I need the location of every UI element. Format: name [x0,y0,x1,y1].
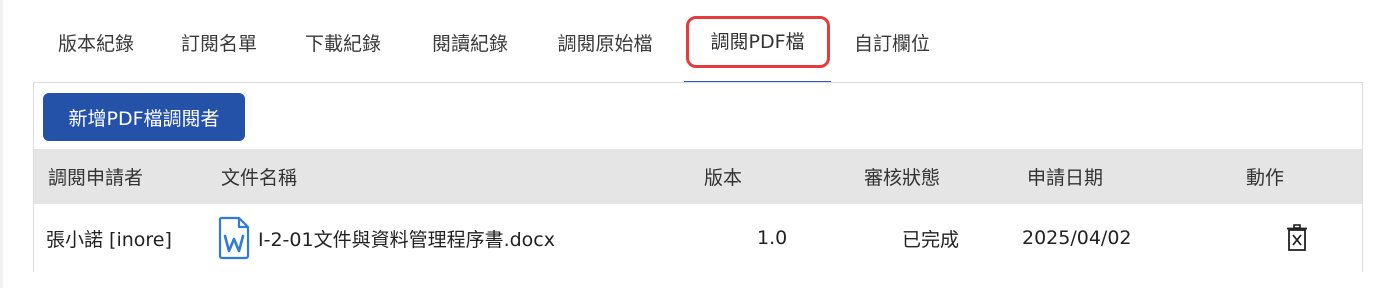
document-name-cell[interactable]: I-2-01文件與資料管理程序書.docx [218,204,555,272]
version-cell: 1.0 [757,227,788,249]
delete-icon [1287,224,1307,251]
word-document-icon [218,216,250,260]
apply-date-cell: 2025/04/02 [1022,227,1132,249]
tab-original-file-access[interactable]: 調閱原始檔 [542,0,668,84]
column-header-action: 動作 [1246,167,1285,189]
table-row: 張小諾 [inore] I-2-01文件與資料管理程序書.docx 1.0 已完… [34,204,1362,272]
tab-label: 自訂欄位 [853,32,930,55]
tab-pdf-file-access[interactable]: 調閱PDF檔 [684,0,831,84]
table-header: 調閱申請者 文件名稱 版本 審核狀態 申請日期 動作 [34,149,1362,204]
tab-downloads[interactable]: 下載紀錄 [290,0,396,84]
tab-label: 下載紀錄 [304,32,381,55]
tab-label: 調閱PDF檔 [710,31,805,53]
document-name-text: I-2-01文件與資料管理程序書.docx [258,228,555,251]
status-cell: 已完成 [902,228,960,251]
tab-reads[interactable]: 閱讀紀錄 [417,0,523,84]
delete-button[interactable] [1286,204,1308,272]
add-pdf-viewer-button[interactable]: 新增PDF檔調閱者 [43,93,245,141]
tab-subscribers[interactable]: 訂閱名單 [166,0,272,84]
pdf-access-panel: 新增PDF檔調閱者 調閱申請者 文件名稱 版本 審核狀態 申請日期 動作 張小諾… [33,82,1363,272]
tab-label: 閱讀紀錄 [431,32,508,55]
applicant-cell: 張小諾 [inore] [46,228,172,251]
tab-version-history[interactable]: 版本紀錄 [43,0,149,84]
column-header-document-name: 文件名稱 [221,167,298,189]
tab-custom-fields[interactable]: 自訂欄位 [839,0,945,84]
tab-label: 調閱原始檔 [557,32,653,55]
column-header-version: 版本 [704,167,743,189]
column-header-review-status: 審核狀態 [864,167,941,189]
column-header-applicant: 調閱申請者 [48,167,144,189]
left-edge-strip [0,0,3,288]
tab-label: 訂閱名單 [180,32,257,55]
tab-label: 版本紀錄 [57,32,134,55]
column-header-apply-date: 申請日期 [1027,167,1104,189]
tab-bar: 版本紀錄 訂閱名單 下載紀錄 閱讀紀錄 調閱原始檔 調閱PDF檔 自訂欄位 [33,0,1363,84]
